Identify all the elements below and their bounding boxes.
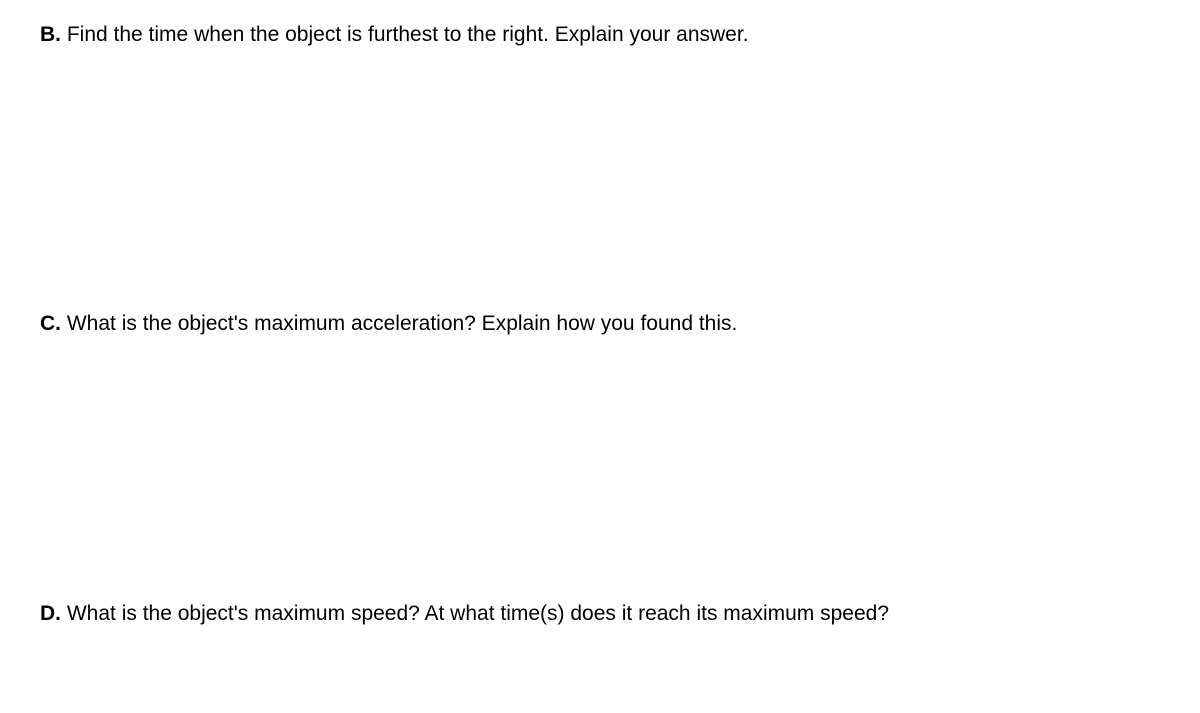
question-text: C. What is the object's maximum accelera… (40, 309, 1160, 338)
question-content: What is the object's maximum acceleratio… (67, 312, 738, 335)
question-text: D. What is the object's maximum speed? A… (40, 599, 1160, 628)
question-b: B. Find the time when the object is furt… (40, 20, 1160, 49)
question-label: B. (40, 23, 61, 46)
question-label: D. (40, 602, 61, 625)
question-d: D. What is the object's maximum speed? A… (40, 599, 1160, 628)
question-content: What is the object's maximum speed? At w… (67, 602, 889, 625)
question-content: Find the time when the object is furthes… (67, 23, 749, 46)
question-text: B. Find the time when the object is furt… (40, 20, 1160, 49)
question-c: C. What is the object's maximum accelera… (40, 309, 1160, 338)
question-label: C. (40, 312, 61, 335)
